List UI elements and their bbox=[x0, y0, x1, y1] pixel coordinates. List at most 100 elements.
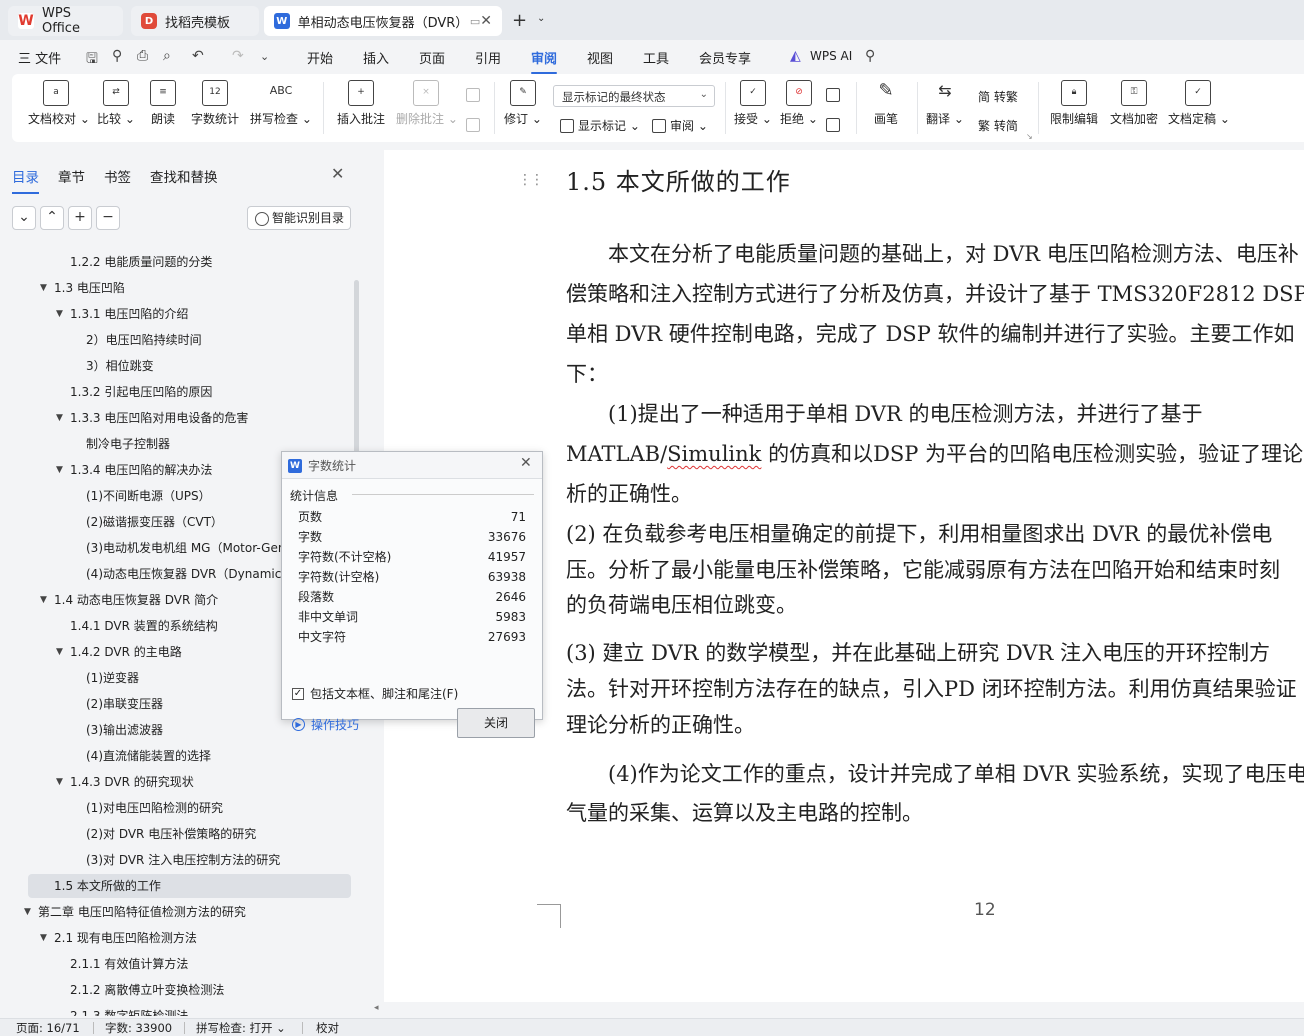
group-expand-icon[interactable]: ↘ bbox=[1026, 132, 1033, 141]
next-change-icon[interactable] bbox=[826, 118, 844, 132]
toc-item[interactable]: 2.1.2 离散傅立叶变换检测法 bbox=[0, 979, 350, 1001]
toc-item[interactable]: 2）电压凹陷持续时间 bbox=[0, 329, 350, 351]
toc-item[interactable]: ▼ 1.3.1 电压凹陷的介绍 bbox=[0, 303, 350, 325]
toc-item[interactable]: 1.3.2 引起电压凹陷的原因 bbox=[0, 381, 350, 403]
toc-item[interactable]: (4)直流储能装置的选择 bbox=[0, 745, 350, 767]
undo-icon[interactable]: ↶ bbox=[192, 48, 204, 64]
expand-triangle-icon[interactable]: ▼ bbox=[56, 771, 63, 793]
menu-start[interactable]: 开始 bbox=[307, 48, 333, 67]
toc-item[interactable]: 3）相位跳变 bbox=[0, 355, 350, 377]
toc-item[interactable]: 2.1.3 数字矩阵检测法 bbox=[0, 1005, 350, 1016]
encrypt-button[interactable]: ⚿ 文档加密 bbox=[1108, 80, 1160, 127]
wps-ai-icon[interactable]: ◭ bbox=[790, 48, 801, 64]
nav-tab-bookmark[interactable]: 书签 bbox=[104, 166, 131, 186]
menu-page[interactable]: 页面 bbox=[419, 48, 445, 67]
menu-review[interactable]: 审阅 bbox=[531, 48, 558, 74]
expand-triangle-icon[interactable]: ▼ bbox=[40, 927, 47, 949]
restrict-edit-button[interactable]: 🔒︎ 限制编辑 bbox=[1048, 80, 1100, 127]
prev-comment-icon[interactable] bbox=[466, 88, 484, 102]
read-aloud-button[interactable]: ≡ 朗读 bbox=[148, 80, 178, 127]
toc-item[interactable]: ▼ 1.3 电压凹陷 bbox=[0, 277, 350, 299]
status-spell[interactable]: 拼写检查: 打开 ⌄ bbox=[196, 1020, 286, 1036]
horizontal-scrollbar[interactable]: ◂ bbox=[374, 1002, 1304, 1016]
expand-triangle-icon[interactable]: ▼ bbox=[24, 901, 31, 923]
remove-heading-button[interactable]: − bbox=[96, 206, 120, 230]
print-preview-icon[interactable]: ⌕ bbox=[163, 48, 171, 64]
toc-item[interactable]: (1)对电压凹陷检测的研究 bbox=[0, 797, 350, 819]
monitor-icon[interactable]: ▭ bbox=[470, 15, 480, 28]
toc-item[interactable]: ▼ 1.4.3 DVR 的研究现状 bbox=[0, 771, 350, 793]
spell-check-button[interactable]: ABC 拼写检查 ⌄ bbox=[250, 80, 312, 127]
expand-triangle-icon[interactable]: ▼ bbox=[56, 407, 63, 429]
review-pane-button[interactable]: 审阅 ⌄ bbox=[652, 117, 708, 134]
to-simplified-button[interactable]: 繁 转简 bbox=[978, 117, 1018, 134]
nav-tab-toc[interactable]: 目录 bbox=[12, 166, 39, 194]
collapse-up-button[interactable]: ⌃ bbox=[40, 206, 64, 230]
search-icon[interactable]: ⚲ bbox=[865, 48, 875, 64]
nav-tab-chapter[interactable]: 章节 bbox=[58, 166, 85, 186]
close-panel-icon[interactable]: ✕ bbox=[331, 164, 344, 183]
expand-triangle-icon[interactable]: ▼ bbox=[40, 589, 47, 611]
doc-check-button[interactable]: a 文档校对 ⌄ bbox=[28, 80, 90, 127]
scroll-left-icon[interactable]: ◂ bbox=[374, 1003, 379, 1013]
menu-member[interactable]: 会员专享 bbox=[699, 48, 751, 67]
status-proofread[interactable]: 校对 bbox=[316, 1020, 339, 1036]
expand-triangle-icon[interactable]: ▼ bbox=[56, 303, 63, 325]
chevron-down-icon[interactable]: ⌄ bbox=[537, 13, 545, 24]
toc-item[interactable]: (2)对 DVR 电压补偿策略的研究 bbox=[0, 823, 350, 845]
dialog-close-icon[interactable]: ✕ bbox=[520, 455, 532, 471]
menu-tools[interactable]: 工具 bbox=[643, 48, 669, 67]
expand-triangle-icon[interactable]: ▼ bbox=[40, 277, 47, 299]
print-icon[interactable]: ⎙ bbox=[137, 48, 148, 64]
redo-icon[interactable]: ↷ bbox=[232, 48, 244, 64]
show-markup-button[interactable]: 显示标记 ⌄ bbox=[560, 117, 640, 134]
toc-item[interactable]: 1.2.2 电能质量问题的分类 bbox=[0, 251, 350, 273]
close-tab-icon[interactable]: ✕ bbox=[480, 13, 492, 29]
toc-item[interactable]: (3)对 DVR 注入电压控制方法的研究 bbox=[0, 849, 350, 871]
pen-button[interactable]: ✎ 画笔 bbox=[870, 80, 902, 127]
save-icon[interactable]: 🖫 bbox=[86, 48, 98, 72]
dialog-close-button[interactable]: 关闭 bbox=[457, 708, 535, 738]
tips-link[interactable]: ▶ 操作技巧 bbox=[292, 716, 359, 733]
drag-handle-icon[interactable]: ⋮⋮ bbox=[518, 172, 544, 188]
delete-comment-button[interactable]: × 删除批注 ⌄ bbox=[396, 80, 458, 127]
accept-button[interactable]: ✓ 接受 ⌄ bbox=[734, 80, 772, 127]
word-count-button[interactable]: 12 字数统计 bbox=[190, 80, 240, 127]
smart-toc-button[interactable]: 智能识别目录 bbox=[247, 206, 351, 230]
next-comment-icon[interactable] bbox=[466, 118, 484, 132]
menu-reference[interactable]: 引用 bbox=[475, 48, 501, 67]
insert-comment-button[interactable]: + 插入批注 bbox=[334, 80, 388, 127]
link-icon[interactable]: ⚲ bbox=[112, 48, 122, 64]
tab-document[interactable]: W 单相动态电压恢复器（DVR） ▭ ✕ bbox=[264, 6, 502, 36]
prev-change-icon[interactable] bbox=[826, 88, 844, 102]
reject-button[interactable]: ⊘ 拒绝 ⌄ bbox=[780, 80, 818, 127]
revise-button[interactable]: ✎ 修订 ⌄ bbox=[504, 80, 542, 127]
wps-ai-button[interactable]: WPS AI bbox=[810, 49, 852, 63]
toc-item[interactable]: ▼ 第二章 电压凹陷特征值检测方法的研究 bbox=[0, 901, 350, 923]
status-page[interactable]: 页面: 16/71 bbox=[16, 1020, 80, 1036]
spelling-error-mark[interactable]: Simulink bbox=[667, 442, 761, 466]
tab-template[interactable]: D 找稻壳模板 bbox=[131, 6, 259, 36]
to-traditional-button[interactable]: 简 转繁 bbox=[978, 88, 1018, 105]
status-words[interactable]: 字数: 33900 bbox=[105, 1020, 172, 1036]
toc-item[interactable]: ▼ 1.3.3 电压凹陷对用电设备的危害 bbox=[0, 407, 350, 429]
toc-item[interactable]: ▼ 2.1 现有电压凹陷检测方法 bbox=[0, 927, 350, 949]
translate-button[interactable]: ⇆ 翻译 ⌄ bbox=[926, 80, 964, 127]
finalize-button[interactable]: ✓ 文档定稿 ⌄ bbox=[1168, 80, 1230, 127]
markup-display-select[interactable]: 显示标记的最终状态 ⌄ bbox=[553, 85, 715, 107]
compare-button[interactable]: ⇄ 比较 ⌄ bbox=[96, 80, 136, 127]
menu-insert[interactable]: 插入 bbox=[363, 48, 389, 67]
menu-view[interactable]: 视图 bbox=[587, 48, 613, 67]
toc-item[interactable]: 2.1.1 有效值计算方法 bbox=[0, 953, 350, 975]
tab-wps-office[interactable]: W WPS Office bbox=[8, 6, 123, 36]
expand-triangle-icon[interactable]: ▼ bbox=[56, 459, 63, 481]
toc-item[interactable]: 1.5 本文所做的工作 bbox=[0, 875, 350, 897]
quick-access-dropdown-icon[interactable]: ⌄ bbox=[260, 50, 269, 63]
file-menu[interactable]: 三 文件 bbox=[18, 48, 61, 67]
expand-down-button[interactable]: ⌄ bbox=[12, 206, 36, 230]
nav-tab-find-replace[interactable]: 查找和替换 bbox=[150, 166, 218, 186]
add-heading-button[interactable]: + bbox=[68, 206, 92, 230]
expand-triangle-icon[interactable]: ▼ bbox=[56, 641, 63, 663]
new-tab-plus-icon[interactable]: + bbox=[512, 10, 527, 31]
include-footnotes-checkbox[interactable]: ✓ 包括文本框、脚注和尾注(F) bbox=[292, 685, 458, 702]
